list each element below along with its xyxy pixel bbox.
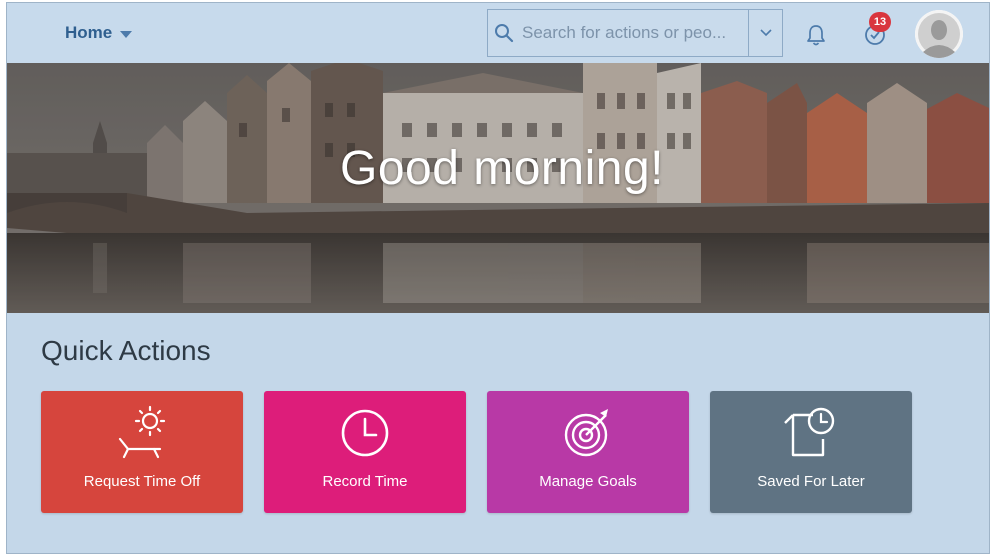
request-time-off-tile[interactable]: Request Time Off (41, 391, 243, 513)
search-input[interactable] (520, 10, 748, 56)
search-scope-dropdown[interactable] (748, 10, 782, 56)
bell-icon[interactable] (805, 23, 827, 52)
shell-header: Home Search for actions or peo... 13 (7, 3, 989, 63)
tile-label: Saved For Later (757, 473, 865, 490)
record-time-tile[interactable]: Record Time (264, 391, 466, 513)
tile-label: Request Time Off (83, 473, 201, 490)
tile-label: Record Time (322, 473, 408, 490)
tile-label: Manage Goals (539, 473, 637, 490)
search-bar (487, 9, 783, 57)
home-menu-button[interactable]: Home (65, 23, 133, 43)
search-icon[interactable] (488, 10, 520, 56)
chevron-down-icon (759, 29, 772, 37)
document-clock-icon (710, 405, 912, 459)
app-window: Home Search for actions or peo... 13 Goo… (6, 2, 990, 554)
saved-for-later-tile[interactable]: Saved For Later (710, 391, 912, 513)
beach-sun-icon (41, 405, 243, 459)
clock-icon (264, 405, 466, 459)
greeting-text: Good morning! (339, 142, 664, 195)
tasks-badge: 13 (869, 12, 891, 32)
home-label: Home (65, 23, 113, 42)
user-avatar-icon[interactable] (915, 10, 963, 58)
manage-goals-tile[interactable]: Manage Goals (487, 391, 689, 513)
caret-down-icon (120, 30, 133, 38)
hero-banner: Good morning! (7, 63, 989, 313)
target-icon (487, 405, 689, 459)
quick-actions-title: Quick Actions (41, 335, 211, 366)
